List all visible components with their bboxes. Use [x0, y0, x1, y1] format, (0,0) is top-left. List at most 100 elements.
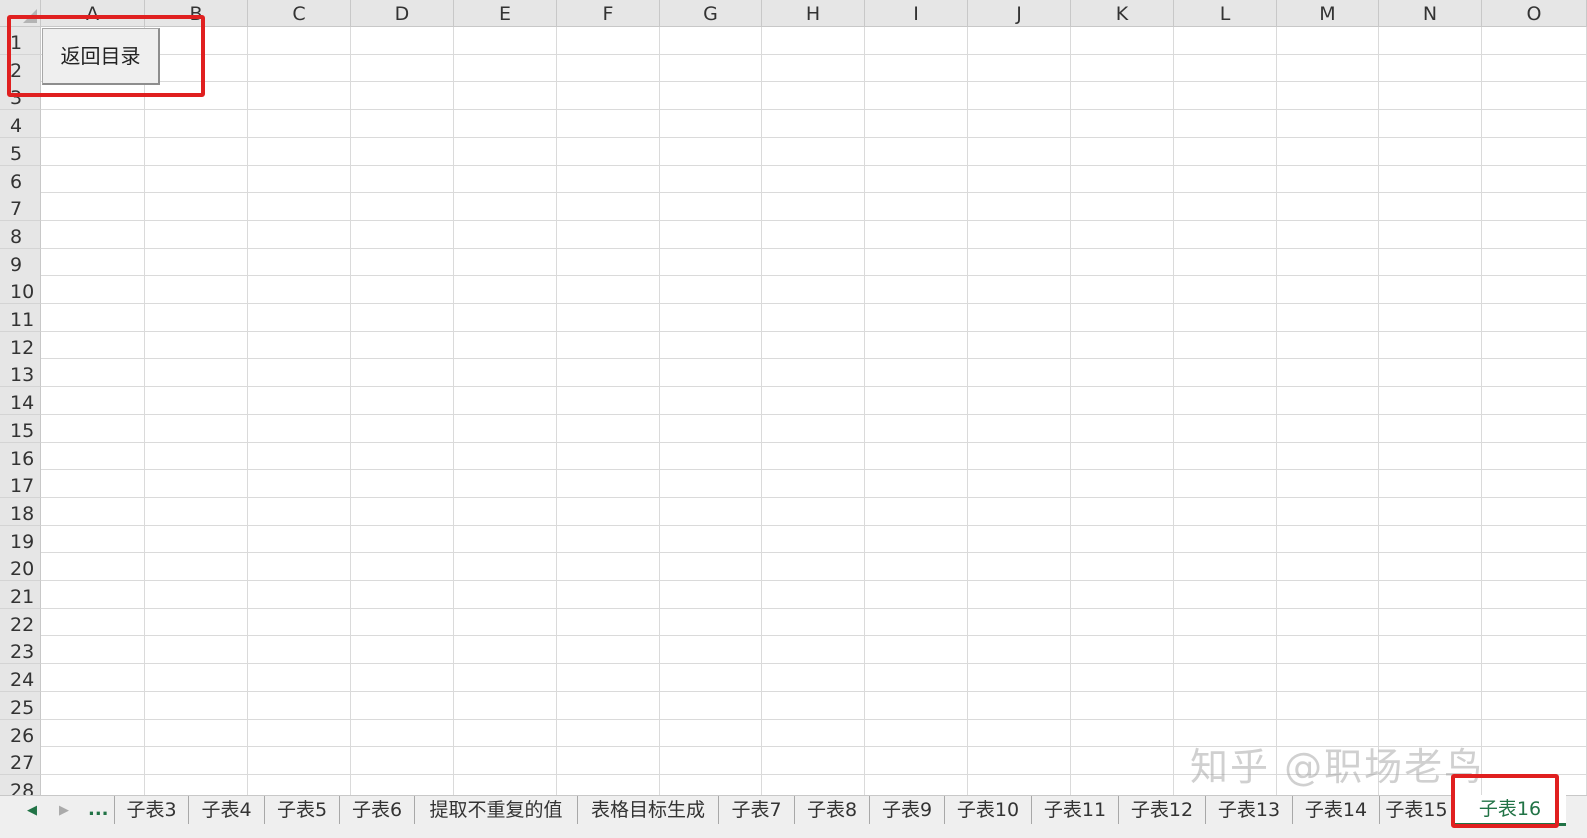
row-header-14[interactable]: 14 — [0, 387, 41, 416]
row-header-17[interactable]: 17 — [0, 470, 41, 499]
scroll-tabs-right-icon[interactable]: ▶ — [50, 796, 78, 826]
column-header-c[interactable]: C — [248, 0, 351, 27]
column-header-n[interactable]: N — [1379, 0, 1482, 27]
row-gridline — [41, 635, 1587, 636]
row-gridline — [41, 691, 1587, 692]
row-header-28[interactable]: 28 — [0, 774, 41, 795]
row-header-7[interactable]: 7 — [0, 193, 41, 222]
row-gridline — [41, 81, 1587, 82]
more-tabs-button[interactable]: ... — [88, 796, 109, 826]
column-header-l[interactable]: L — [1174, 0, 1277, 27]
spreadsheet-grid[interactable]: ABCDEFGHIJKLMNO 1 2 3 4 5 6 7 8 9 10 11 12 13 14 15 16 1… — [0, 0, 1587, 795]
column-header-d[interactable]: D — [351, 0, 454, 27]
sheet-tab-14[interactable]: 子表14 — [1292, 796, 1379, 824]
row-header-11[interactable]: 11 — [0, 304, 41, 332]
row-header-5[interactable]: 5 — [0, 137, 41, 166]
row-gridline — [41, 414, 1587, 415]
sheet-tab-3[interactable]: 子表5 — [264, 796, 339, 824]
row-gridline — [41, 54, 1587, 55]
sheet-tab-5[interactable]: 提取不重复的值 — [414, 796, 577, 824]
row-header-8[interactable]: 8 — [0, 220, 41, 249]
column-gridline — [247, 27, 248, 795]
scroll-tabs-left-icon[interactable]: ◀ — [18, 796, 46, 826]
column-gridline — [556, 27, 557, 795]
sheet-tab-15[interactable]: 子表15 — [1379, 796, 1453, 824]
row-header-25[interactable]: 25 — [0, 691, 41, 720]
row-header-21[interactable]: 21 — [0, 581, 41, 609]
row-header-22[interactable]: 22 — [0, 608, 41, 637]
row-header-6[interactable]: 6 — [0, 165, 41, 194]
row-gridline — [41, 580, 1587, 581]
row-header-4[interactable]: 4 — [0, 110, 41, 139]
row-gridline — [41, 608, 1587, 609]
watermark: 知乎 @职场老鸟 — [1190, 745, 1485, 789]
row-gridline — [41, 248, 1587, 249]
row-gridline — [41, 663, 1587, 664]
column-header-h[interactable]: H — [762, 0, 865, 27]
row-header-3[interactable]: 3 — [0, 82, 41, 111]
row-header-27[interactable]: 27 — [0, 747, 41, 776]
row-header-16[interactable]: 16 — [0, 442, 41, 471]
select-all-triangle-icon — [23, 9, 37, 23]
row-gridline — [41, 469, 1587, 470]
row-header-2[interactable]: 2 — [0, 54, 41, 83]
column-header-k[interactable]: K — [1071, 0, 1174, 27]
column-header-e[interactable]: E — [454, 0, 557, 27]
row-gridline — [41, 331, 1587, 332]
column-header-g[interactable]: G — [660, 0, 762, 27]
column-header-j[interactable]: J — [968, 0, 1071, 27]
select-all-corner[interactable] — [0, 0, 41, 27]
column-gridline — [659, 27, 660, 795]
row-gridline — [41, 386, 1587, 387]
column-gridline — [1481, 27, 1482, 795]
row-header-13[interactable]: 13 — [0, 359, 41, 388]
column-header-a[interactable]: A — [41, 0, 145, 27]
sheet-tab-7[interactable]: 子表7 — [718, 796, 794, 824]
column-header-f[interactable]: F — [557, 0, 660, 27]
row-header-9[interactable]: 9 — [0, 248, 41, 277]
sheet-tab-2[interactable]: 子表4 — [188, 796, 264, 824]
column-header-i[interactable]: I — [865, 0, 968, 27]
row-header-20[interactable]: 20 — [0, 553, 41, 582]
row-gridline — [41, 165, 1587, 166]
row-gridline — [41, 525, 1587, 526]
row-gridline — [41, 719, 1587, 720]
column-gridline — [144, 27, 145, 795]
row-gridline — [41, 109, 1587, 110]
row-header-15[interactable]: 15 — [0, 414, 41, 443]
row-gridline — [41, 137, 1587, 138]
row-header-24[interactable]: 24 — [0, 664, 41, 693]
sheet-tab-8[interactable]: 子表8 — [794, 796, 869, 824]
row-gridline — [41, 442, 1587, 443]
sheet-tab-6[interactable]: 表格目标生成 — [577, 796, 718, 824]
return-to-index-button[interactable]: 返回目录 — [42, 28, 160, 85]
sheet-tab-12[interactable]: 子表12 — [1118, 796, 1205, 824]
sheet-tab-9[interactable]: 子表9 — [869, 796, 944, 824]
row-header-10[interactable]: 10 — [0, 276, 41, 305]
column-gridline — [1070, 27, 1071, 795]
column-gridline — [864, 27, 865, 795]
column-header-b[interactable]: B — [145, 0, 248, 27]
row-header-19[interactable]: 19 — [0, 525, 41, 554]
column-gridline — [1378, 27, 1379, 795]
sheet-tab-13[interactable]: 子表13 — [1205, 796, 1292, 824]
row-header-26[interactable]: 26 — [0, 719, 41, 748]
sheet-tab-1[interactable]: 子表3 — [114, 796, 188, 824]
sheet-tab-11[interactable]: 子表11 — [1031, 796, 1118, 824]
row-header-1[interactable]: 1 — [0, 27, 41, 55]
sheet-tab-10[interactable]: 子表10 — [944, 796, 1031, 824]
column-header-o[interactable]: O — [1482, 0, 1587, 27]
row-gridline — [41, 220, 1587, 221]
row-header-23[interactable]: 23 — [0, 636, 41, 665]
row-gridline — [41, 303, 1587, 304]
sheet-tab-16[interactable]: 子表16 — [1453, 795, 1566, 826]
row-header-18[interactable]: 18 — [0, 497, 41, 526]
sheet-tab-4[interactable]: 子表6 — [339, 796, 414, 824]
column-gridline — [350, 27, 351, 795]
column-gridline — [761, 27, 762, 795]
column-header-m[interactable]: M — [1277, 0, 1379, 27]
row-gridline — [41, 275, 1587, 276]
sheet-tab-bar: ◀ ▶ ... 子表3 子表4 子表5 子表6 提取不重复的值 表格目标生成 子表7 子表8 子… — [0, 795, 1587, 838]
row-header-12[interactable]: 12 — [0, 331, 41, 360]
row-gridline — [41, 552, 1587, 553]
